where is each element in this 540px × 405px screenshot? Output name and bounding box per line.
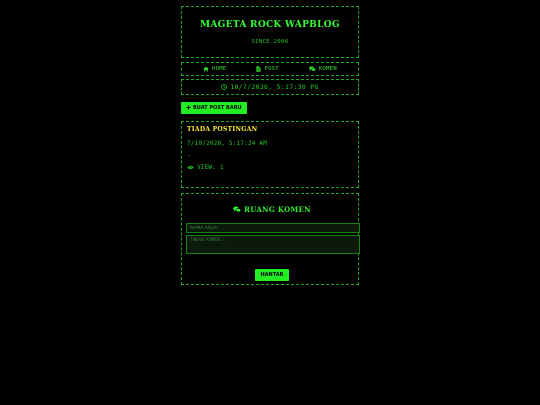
- comment-textarea[interactable]: [186, 235, 360, 254]
- nav-komen-label: KOMEN: [318, 66, 337, 72]
- nav-home[interactable]: HOME: [203, 66, 226, 72]
- clock-icon: [221, 84, 228, 90]
- post-views-text: VIEW: 1: [197, 164, 224, 171]
- comments-icon: [309, 66, 316, 72]
- comment-section: RUANG KOMEN HANTAR: [181, 193, 360, 285]
- clock-bar: 10/7/2026, 5:17:30 PG: [181, 79, 359, 95]
- comments-icon: [233, 206, 242, 213]
- eye-icon: [187, 165, 194, 170]
- send-button[interactable]: HANTAR: [254, 269, 290, 281]
- site-header: MAGETA ROCK WAPBLOG SINCE 2006: [181, 6, 359, 58]
- site-title: MAGETA ROCK WAPBLOG: [200, 20, 340, 30]
- page-container: MAGETA ROCK WAPBLOG SINCE 2006 HOME POST…: [181, 6, 360, 285]
- file-icon: [256, 66, 262, 72]
- nav-bar: HOME POST KOMEN: [181, 62, 359, 76]
- post-views: VIEW: 1: [187, 164, 353, 171]
- comment-heading: RUANG KOMEN: [186, 205, 358, 214]
- site-since: SINCE 2006: [251, 39, 289, 45]
- send-wrap: HANTAR: [186, 261, 358, 281]
- clock-text: 10/7/2026, 5:17:30 PG: [230, 83, 319, 91]
- nav-post-label: POST: [264, 66, 279, 72]
- plus-icon: [186, 105, 191, 110]
- nav-home-label: HOME: [212, 66, 227, 72]
- new-post-button[interactable]: BUAT POST BARU: [181, 101, 247, 114]
- nav-post[interactable]: POST: [256, 66, 279, 72]
- home-icon: [203, 66, 209, 72]
- post-date: 7/10/2026, 5:17:24 AM: [187, 140, 268, 147]
- new-post-label: BUAT POST BARU: [193, 104, 242, 111]
- name-input[interactable]: [186, 223, 360, 233]
- post-body: -: [187, 152, 191, 159]
- nav-komen[interactable]: KOMEN: [309, 66, 337, 72]
- post-card: TIADA POSTINGAN 7/10/2026, 5:17:24 AM - …: [181, 121, 359, 188]
- comment-heading-label: RUANG KOMEN: [244, 205, 311, 214]
- post-title[interactable]: TIADA POSTINGAN: [187, 126, 353, 133]
